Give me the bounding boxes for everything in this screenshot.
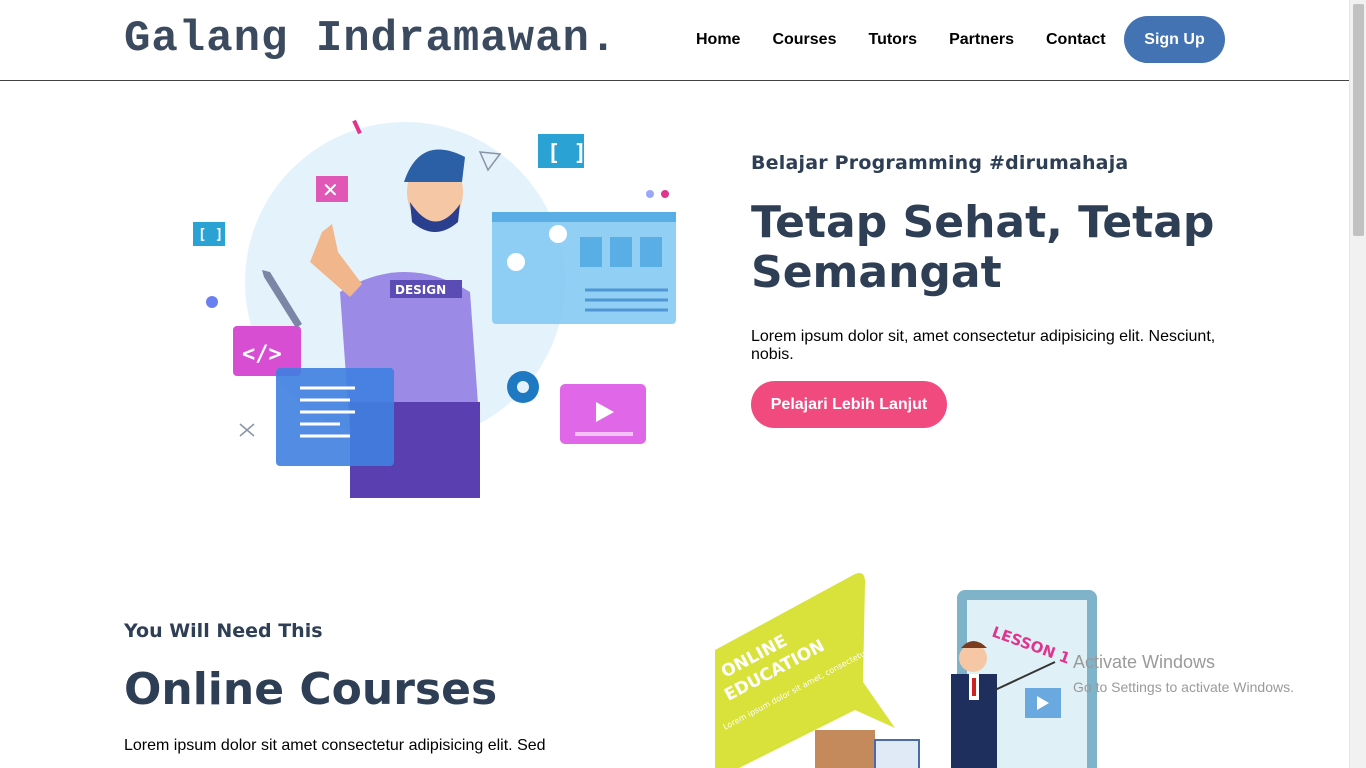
hero-illustration: [ ] [ ] ✕ </> DESIGN (190, 112, 690, 498)
courses-title: Online Courses (124, 664, 498, 715)
nav-links: Home Courses Tutors Partners Contact (680, 16, 1122, 63)
online-education-graphic: ONLINE EDUCATION Lorem ipsum dolor sit a… (715, 570, 1115, 768)
nav-tutors-link[interactable]: Tutors (852, 31, 933, 49)
watermark-subtitle: Go to Settings to activate Windows. (1073, 679, 1294, 695)
svg-text:[ ]: [ ] (547, 141, 587, 166)
nav-partners-link[interactable]: Partners (933, 31, 1030, 49)
signup-button[interactable]: Sign Up (1124, 16, 1225, 63)
svg-text:</>: </> (242, 342, 282, 367)
online-education-illustration: ONLINE EDUCATION Lorem ipsum dolor sit a… (695, 570, 1115, 768)
courses-section: You Will Need This Online Courses Lorem … (124, 620, 594, 755)
page-scrollbar[interactable] (1349, 0, 1366, 768)
navbar: Galang Indramawan. Home Courses Tutors P… (0, 0, 1349, 81)
hero-eyebrow: Belajar Programming #dirumahaja (751, 152, 1129, 174)
svg-text:[ ]: [ ] (198, 227, 223, 243)
courses-description: Lorem ipsum dolor sit amet consectetur a… (124, 737, 546, 754)
learn-more-button[interactable]: Pelajari Lebih Lanjut (751, 381, 947, 428)
nav-courses-link[interactable]: Courses (756, 31, 852, 49)
windows-activation-watermark: Activate Windows Go to Settings to activ… (1073, 652, 1294, 695)
hero-description: Lorem ipsum dolor sit, amet consectetur … (751, 328, 1216, 363)
nav-home-link[interactable]: Home (680, 31, 756, 49)
svg-text:✕: ✕ (322, 178, 339, 202)
svg-text:DESIGN: DESIGN (395, 283, 446, 297)
developer-illustration: [ ] [ ] ✕ </> DESIGN (193, 119, 676, 498)
watermark-title: Activate Windows (1073, 652, 1216, 672)
hero-section: Belajar Programming #dirumahaja Tetap Se… (751, 152, 1231, 428)
scrollbar-thumb[interactable] (1353, 4, 1364, 236)
brand-logo[interactable]: Galang Indramawan. (124, 14, 617, 64)
hero-title: Tetap Sehat, Tetap Semangat (751, 197, 1215, 298)
courses-eyebrow: You Will Need This (124, 620, 323, 642)
nav-contact-link[interactable]: Contact (1030, 31, 1122, 49)
